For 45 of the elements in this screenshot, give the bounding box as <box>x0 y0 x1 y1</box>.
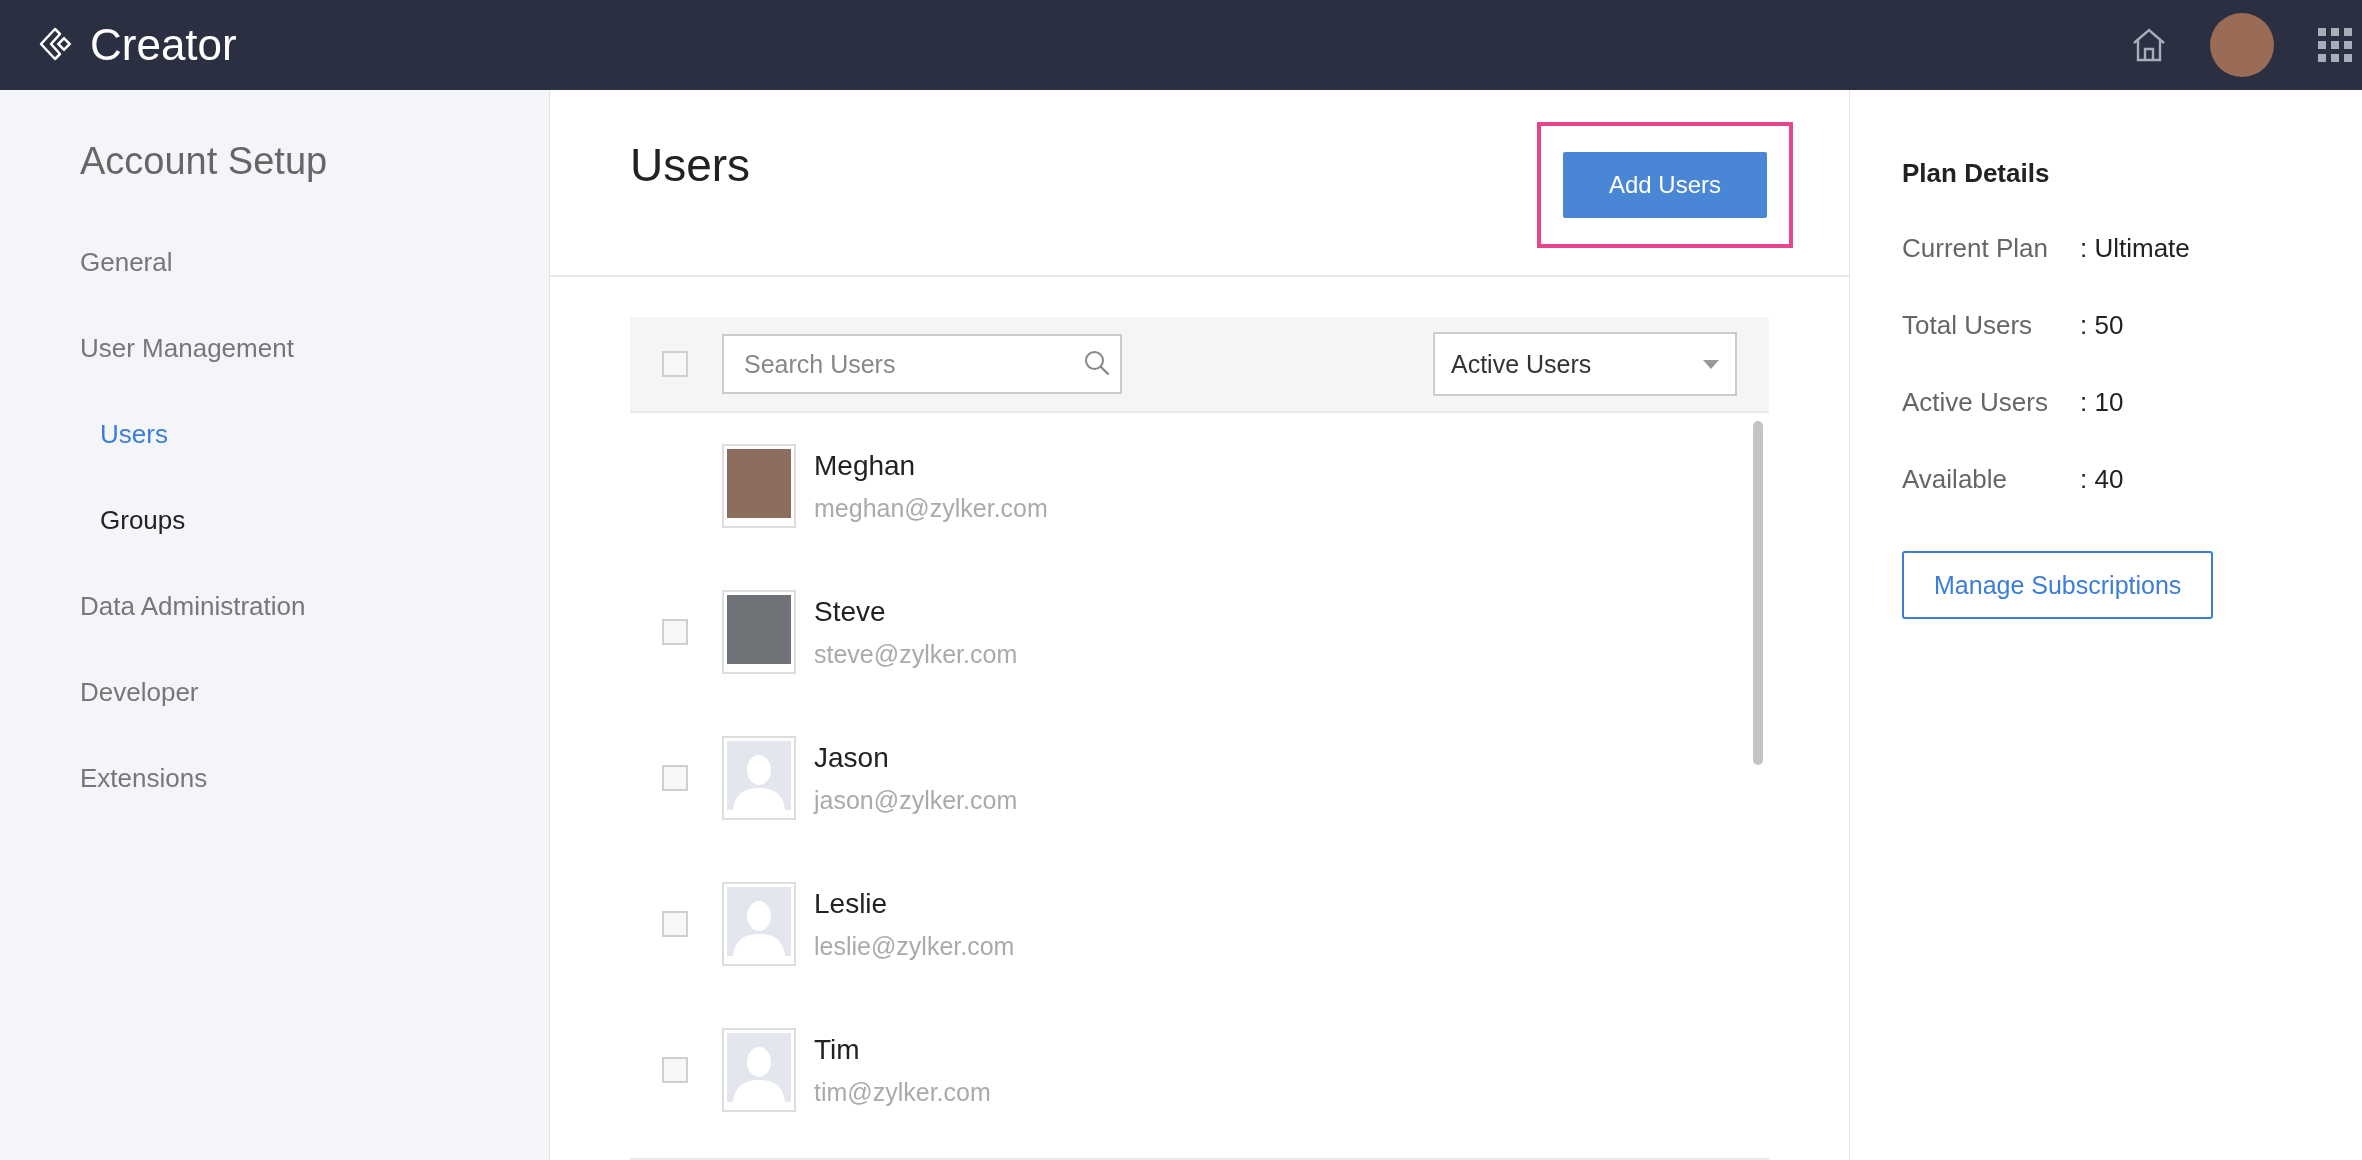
user-name[interactable]: Leslie <box>814 887 1015 920</box>
checkbox[interactable] <box>662 911 688 937</box>
app-name: Creator <box>90 20 237 70</box>
photo-placeholder <box>727 595 791 664</box>
add-users-button[interactable]: Add Users <box>1563 152 1767 218</box>
plan-label: Total Users <box>1902 310 2034 341</box>
user-name[interactable]: Tim <box>814 1033 991 1066</box>
user-email: leslie@zylker.com <box>814 931 1015 961</box>
user-name[interactable]: Steve <box>814 595 1018 628</box>
plan-value: : 10 <box>2080 387 2125 418</box>
plan-value: : 50 <box>2080 310 2125 341</box>
checkbox[interactable] <box>662 1057 688 1083</box>
photo-placeholder <box>727 449 791 518</box>
user-email: jason@zylker.com <box>814 785 1018 815</box>
scrollbar[interactable] <box>1753 421 1763 765</box>
caret-icon <box>1703 359 1719 369</box>
sidebar-item[interactable]: Extensions <box>80 735 208 821</box>
user-email: tim@zylker.com <box>814 1077 991 1107</box>
plan-label: Active Users <box>1902 387 2049 418</box>
sidebar-item[interactable]: User Management <box>80 305 294 391</box>
home-icon[interactable] <box>2132 28 2166 62</box>
checkbox[interactable] <box>662 351 688 377</box>
sidebar-item[interactable]: Data Administration <box>80 563 306 649</box>
sidebar-title: Account Setup <box>80 140 328 183</box>
sidebar-item[interactable]: Developer <box>80 649 199 735</box>
apps-grid-icon[interactable] <box>2318 28 2352 62</box>
search-field[interactable]: Search Users <box>722 334 1122 394</box>
page-title: Users <box>630 138 751 192</box>
sidebar-item[interactable]: Users <box>100 391 168 477</box>
plan-label: Current Plan <box>1902 233 2049 264</box>
plan-label: Available <box>1902 464 2009 495</box>
user-name[interactable]: Meghan <box>814 449 1048 482</box>
user-email: steve@zylker.com <box>814 639 1018 669</box>
checkbox[interactable] <box>662 619 688 645</box>
plan-value: : Ultimate <box>2080 233 2191 264</box>
sidebar-item[interactable]: Groups <box>100 477 186 563</box>
user-name[interactable]: Jason <box>814 741 1018 774</box>
sidebar-item[interactable]: General <box>80 219 173 305</box>
filter-dropdown[interactable]: Active Users <box>1433 332 1737 396</box>
plan-value: : 40 <box>2080 464 2125 495</box>
user-email: meghan@zylker.com <box>814 493 1048 523</box>
manage-subscriptions-button[interactable]: Manage Subscriptions <box>1902 551 2214 619</box>
search-icon <box>1084 350 1110 376</box>
panel-title: Plan Details <box>1902 158 2051 189</box>
checkbox[interactable] <box>662 765 688 791</box>
